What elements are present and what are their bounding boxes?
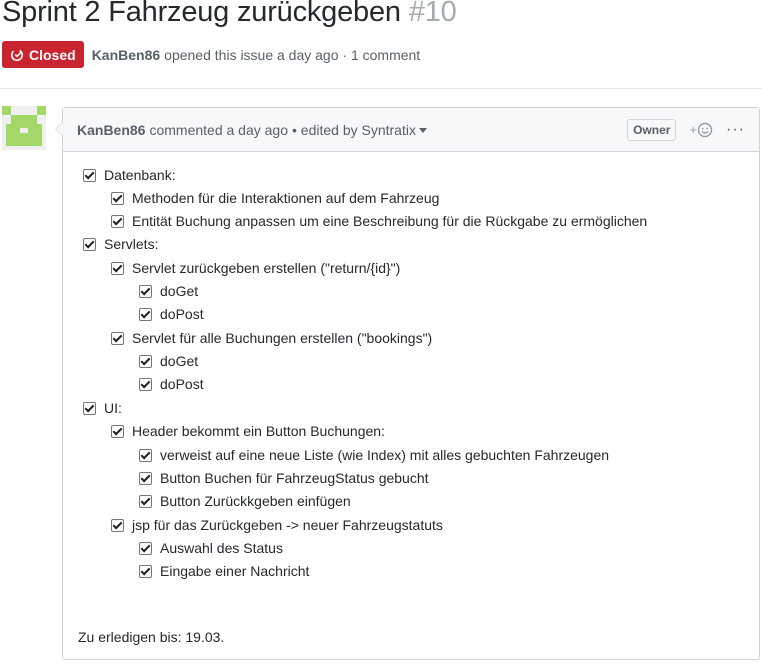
task-item: doPost xyxy=(139,306,204,322)
issue-opened-text: opened this issue a day ago · 1 comment xyxy=(164,46,421,63)
task-item: Header bekommt ein Button Buchungen: xyxy=(111,423,385,439)
add-reaction-button[interactable]: + xyxy=(689,122,713,138)
task-checkbox[interactable] xyxy=(83,237,96,251)
task-item: doPost xyxy=(139,376,204,392)
task-checkbox[interactable] xyxy=(139,471,152,485)
task-label: UI: xyxy=(104,400,122,416)
comment-author-link[interactable]: KanBen86 xyxy=(77,122,145,138)
edited-by-label: • edited by Syntratix xyxy=(292,121,416,138)
task-checkbox[interactable] xyxy=(139,307,152,321)
task-checkbox[interactable] xyxy=(111,331,124,345)
task-item: Auswahl des Status xyxy=(139,540,283,556)
task-label: Entität Buchung anpassen um eine Beschre… xyxy=(132,213,648,229)
task-label: Header bekommt ein Button Buchungen: xyxy=(132,423,385,439)
task-item: doGet xyxy=(139,283,198,299)
task-item: jsp für das Zurückgeben -> neuer Fahrzeu… xyxy=(111,517,443,533)
issue-author-link[interactable]: KanBen86 xyxy=(92,47,160,63)
edited-by-dropdown[interactable]: • edited by Syntratix xyxy=(292,122,427,138)
task-checkbox[interactable] xyxy=(139,448,152,462)
task-item: Servlets: xyxy=(83,236,158,252)
comment-timestamp[interactable]: commented a day ago xyxy=(149,122,288,138)
task-checkbox[interactable] xyxy=(139,284,152,298)
task-checkbox[interactable] xyxy=(111,518,124,532)
status-label: Closed xyxy=(29,46,76,63)
task-label: Auswahl des Status xyxy=(160,540,283,556)
task-item: doGet xyxy=(139,353,198,369)
status-badge: Closed xyxy=(2,41,84,68)
task-checkbox[interactable] xyxy=(139,541,152,555)
task-label: Servlet für alle Buchungen erstellen ("b… xyxy=(132,330,433,346)
task-label: jsp für das Zurückgeben -> neuer Fahrzeu… xyxy=(132,517,443,533)
task-checkbox[interactable] xyxy=(111,191,124,205)
comment-box: KanBen86 commented a day ago • edited by… xyxy=(55,107,760,660)
issue-title: Sprint 2 Fahrzeug zurückgeben #10 xyxy=(2,0,457,29)
task-label: doGet xyxy=(160,283,199,299)
task-item: Servlet zurückgeben erstellen ("return/{… xyxy=(111,260,400,276)
task-item: UI: xyxy=(83,400,122,416)
task-item: Servlet für alle Buchungen erstellen ("b… xyxy=(111,330,432,346)
issue-number: #10 xyxy=(408,0,457,28)
task-item: Eingabe einer Nachricht xyxy=(139,563,309,579)
task-checkbox[interactable] xyxy=(139,377,152,391)
task-label: Methoden für die Interaktionen auf dem F… xyxy=(132,190,440,206)
task-checkbox[interactable] xyxy=(139,564,152,578)
issue-title-text: Sprint 2 Fahrzeug zurückgeben xyxy=(2,0,401,28)
issue-closed-icon xyxy=(10,48,24,61)
task-item: verweist auf eine neue Liste (wie Index)… xyxy=(139,447,609,463)
task-label: Button Zurückkgeben einfügen xyxy=(160,493,351,509)
task-checkbox[interactable] xyxy=(139,354,152,368)
task-label: verweist auf eine neue Liste (wie Index)… xyxy=(160,447,610,463)
task-label: Servlet zurückgeben erstellen ("return/{… xyxy=(132,260,401,276)
avatar[interactable] xyxy=(2,106,46,150)
task-checkbox[interactable] xyxy=(83,401,96,415)
task-item: Button Zurückkgeben einfügen xyxy=(139,493,351,509)
caret-down-icon xyxy=(418,128,427,134)
task-label: doGet xyxy=(160,353,199,369)
comment-footer-text: Zu erledigen bis: 19.03. xyxy=(78,629,225,645)
task-checkbox[interactable] xyxy=(111,261,124,275)
task-checkbox[interactable] xyxy=(111,424,124,438)
task-checkbox[interactable] xyxy=(83,168,96,182)
task-label: Eingabe einer Nachricht xyxy=(160,563,310,579)
task-item: Entität Buchung anpassen um eine Beschre… xyxy=(111,213,647,229)
issue-meta: Closed KanBen86 opened this issue a day … xyxy=(2,41,420,68)
task-label: Servlets: xyxy=(104,236,159,252)
smiley-icon xyxy=(697,122,713,137)
task-label: doPost xyxy=(160,306,204,322)
task-label: Datenbank: xyxy=(104,167,176,183)
task-checkbox[interactable] xyxy=(139,494,152,508)
task-item: Datenbank: xyxy=(83,167,176,183)
task-label: Button Buchen für FahrzeugStatus gebucht xyxy=(160,470,429,486)
task-label: doPost xyxy=(160,376,204,392)
header-divider xyxy=(0,88,762,89)
task-item: Button Buchen für FahrzeugStatus gebucht xyxy=(139,470,429,486)
task-item: Methoden für die Interaktionen auf dem F… xyxy=(111,190,439,206)
owner-badge: Owner xyxy=(627,118,677,141)
task-checkbox[interactable] xyxy=(111,214,124,228)
comment-header: KanBen86 commented a day ago • edited by… xyxy=(63,108,759,152)
more-options-button[interactable]: ··· xyxy=(726,121,745,139)
